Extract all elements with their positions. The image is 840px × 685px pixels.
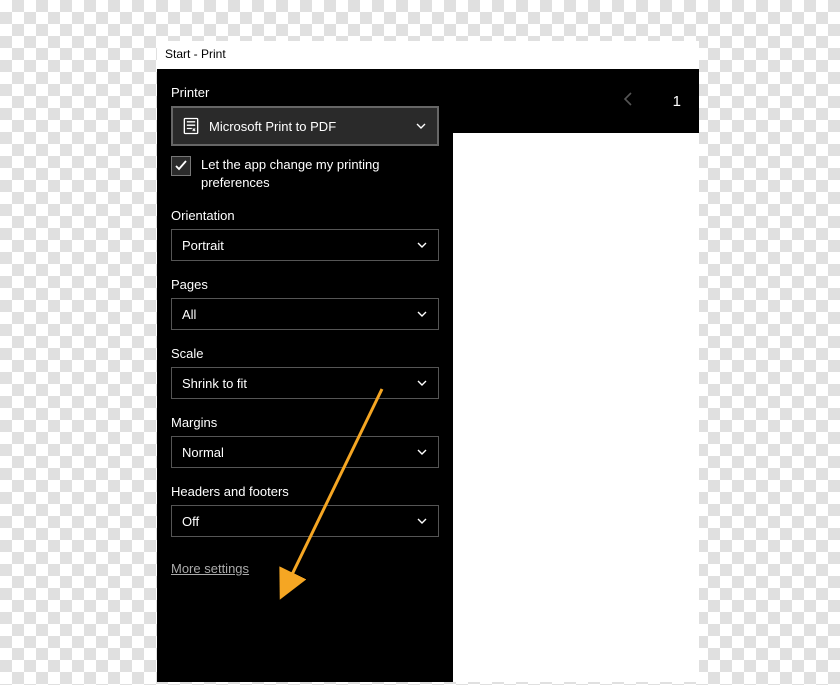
headers-footers-value: Off <box>182 514 199 529</box>
headers-footers-dropdown[interactable]: Off <box>171 505 439 537</box>
margins-label: Margins <box>171 415 439 430</box>
orientation-label: Orientation <box>171 208 439 223</box>
print-dialog-window: Start - Print Printer Microsoft Print to… <box>157 41 699 682</box>
preview-top-bar: 1 <box>453 69 699 133</box>
titlebar: Start - Print <box>157 41 699 69</box>
printer-label: Printer <box>171 85 439 100</box>
pages-label: Pages <box>171 277 439 292</box>
page-navigation: 1 <box>623 91 681 112</box>
scale-label: Scale <box>171 346 439 361</box>
printer-value: Microsoft Print to PDF <box>209 119 336 134</box>
preview-page-area <box>453 133 699 682</box>
margins-value: Normal <box>182 445 224 460</box>
scale-dropdown[interactable]: Shrink to fit <box>171 367 439 399</box>
headers-footers-label: Headers and footers <box>171 484 439 499</box>
preferences-checkbox-label: Let the app change my printing preferenc… <box>201 156 439 192</box>
orientation-value: Portrait <box>182 238 224 253</box>
chevron-down-icon <box>416 239 428 251</box>
printer-dropdown[interactable]: Microsoft Print to PDF <box>171 106 439 146</box>
current-page-number: 1 <box>673 93 681 110</box>
chevron-down-icon <box>416 308 428 320</box>
chevron-down-icon <box>416 377 428 389</box>
chevron-down-icon <box>416 515 428 527</box>
preferences-checkbox[interactable] <box>171 156 191 176</box>
pages-dropdown[interactable]: All <box>171 298 439 330</box>
settings-panel: Printer Microsoft Print to PDF <box>157 69 453 682</box>
orientation-dropdown[interactable]: Portrait <box>171 229 439 261</box>
pages-value: All <box>182 307 196 322</box>
prev-page-button[interactable] <box>623 91 633 112</box>
margins-dropdown[interactable]: Normal <box>171 436 439 468</box>
printer-value-wrap: Microsoft Print to PDF <box>181 116 336 136</box>
chevron-down-icon <box>416 446 428 458</box>
more-settings-link[interactable]: More settings <box>171 561 249 576</box>
dialog-body: Printer Microsoft Print to PDF <box>157 69 699 682</box>
chevron-down-icon <box>415 120 427 132</box>
preferences-checkbox-row: Let the app change my printing preferenc… <box>171 156 439 192</box>
printer-icon <box>181 116 201 136</box>
scale-value: Shrink to fit <box>182 376 247 391</box>
window-title: Start - Print <box>165 47 226 61</box>
preview-panel: 1 <box>453 69 699 682</box>
